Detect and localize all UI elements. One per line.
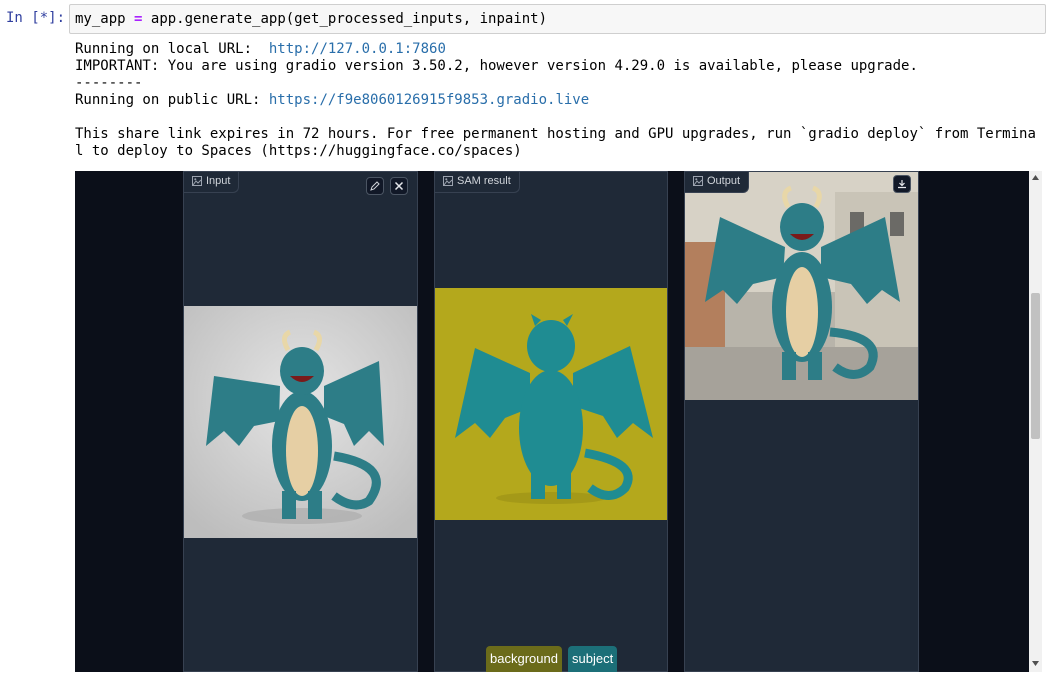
code-variable: my_app	[75, 11, 126, 27]
legend-background[interactable]: background	[486, 646, 562, 672]
download-button[interactable]	[893, 175, 911, 193]
input-image-panel[interactable]: Input	[183, 171, 418, 672]
output-dragon-image	[685, 172, 918, 400]
code-call: app.generate_app(get_processed_inputs, i…	[150, 11, 548, 27]
scroll-down-arrow-icon[interactable]	[1032, 661, 1039, 666]
divider-line: --------	[75, 75, 143, 91]
local-url-prefix: Running on local URL:	[75, 41, 269, 57]
close-icon	[394, 181, 404, 191]
important-line: IMPORTANT: You are using gradio version …	[75, 58, 918, 74]
clear-button[interactable]	[390, 177, 408, 195]
download-icon	[898, 180, 906, 189]
code-line: my_app = app.generate_app(get_processed_…	[75, 11, 547, 27]
sam-mask-image	[435, 288, 667, 520]
image-icon	[192, 176, 202, 186]
input-label: Input	[184, 172, 240, 193]
output-image-panel: Output	[684, 171, 919, 672]
output-label: Output	[685, 172, 750, 193]
sam-result-panel: SAM result background subject	[434, 171, 668, 672]
scroll-up-arrow-icon[interactable]	[1032, 175, 1039, 180]
cell-prompt: In [*]:	[6, 10, 66, 26]
output-label-text: Output	[707, 175, 741, 187]
iframe-scrollbar[interactable]	[1029, 171, 1042, 672]
public-url-prefix: Running on public URL:	[75, 92, 269, 108]
gradio-app: Input SAM result background subject Outp…	[75, 171, 1042, 672]
sam-label: SAM result	[435, 172, 520, 193]
legend-subject[interactable]: subject	[568, 646, 618, 672]
scrollbar-thumb[interactable]	[1031, 293, 1040, 439]
image-icon	[693, 176, 703, 186]
public-url-link[interactable]: https://f9e8060126915f9853.gradio.live	[269, 92, 589, 108]
share-line-2: l to deploy to Spaces (https://huggingfa…	[75, 143, 522, 159]
code-input-cell[interactable]: my_app = app.generate_app(get_processed_…	[69, 4, 1046, 34]
public-url-line: Running on public URL: https://f9e806012…	[75, 92, 589, 108]
input-label-text: Input	[206, 175, 231, 187]
image-icon	[443, 176, 453, 186]
sam-label-text: SAM result	[457, 175, 511, 187]
local-url-line: Running on local URL: http://127.0.0.1:7…	[75, 41, 446, 57]
local-url-link[interactable]: http://127.0.0.1:7860	[269, 41, 446, 57]
code-operator: =	[134, 11, 143, 27]
edit-button[interactable]	[366, 177, 384, 195]
pencil-icon	[370, 181, 380, 191]
input-dragon-image	[184, 306, 417, 538]
share-line-1: This share link expires in 72 hours. For…	[75, 126, 1036, 142]
